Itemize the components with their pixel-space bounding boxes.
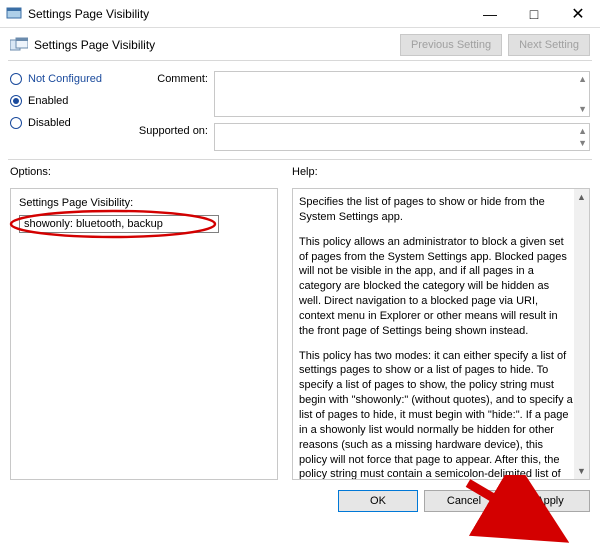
next-setting-button[interactable]: Next Setting (508, 34, 590, 56)
scroll-down-icon[interactable]: ▼ (577, 463, 586, 479)
radio-enabled[interactable]: Enabled (10, 95, 120, 107)
comment-textarea[interactable]: ▲ ▼ (214, 71, 590, 117)
radio-icon (10, 73, 22, 85)
supported-on-label: Supported on: (130, 123, 208, 151)
scroll-up-icon[interactable]: ▲ (578, 74, 587, 84)
maximize-button[interactable]: □ (512, 0, 556, 27)
minimize-button[interactable]: ― (468, 0, 512, 27)
scroll-up-icon[interactable]: ▲ (577, 189, 586, 205)
supported-on-box: ▲ ▼ (214, 123, 590, 151)
window-title: Settings Page Visibility (28, 7, 468, 21)
policy-name: Settings Page Visibility (34, 38, 394, 52)
help-text: Specifies the list of pages to show or h… (299, 195, 573, 225)
help-section-label: Help: (292, 166, 590, 178)
previous-setting-button[interactable]: Previous Setting (400, 34, 502, 56)
scroll-down-icon[interactable]: ▼ (578, 104, 587, 114)
options-section-label: Options: (10, 166, 278, 178)
scroll-down-icon[interactable]: ▼ (578, 138, 587, 148)
comment-label: Comment: (130, 71, 208, 117)
radio-not-configured[interactable]: Not Configured (10, 73, 120, 85)
options-field-label: Settings Page Visibility: (19, 197, 269, 209)
ok-button[interactable]: OK (338, 490, 418, 512)
radio-label: Disabled (28, 117, 71, 129)
help-text: This policy has two modes: it can either… (299, 349, 573, 480)
help-panel: Specifies the list of pages to show or h… (292, 188, 590, 480)
help-scrollbar[interactable]: ▲ ▼ (574, 189, 589, 479)
policy-header: Settings Page Visibility Previous Settin… (0, 28, 600, 60)
policy-icon (10, 37, 28, 53)
radio-icon (10, 95, 22, 107)
options-panel: Settings Page Visibility: (10, 188, 278, 480)
dialog-button-bar: OK Cancel Apply (0, 482, 600, 520)
help-text: This policy allows an administrator to b… (299, 235, 573, 339)
radio-icon (10, 117, 22, 129)
title-bar: Settings Page Visibility ― □ ✕ (0, 0, 600, 28)
radio-label: Not Configured (28, 73, 102, 85)
cancel-button[interactable]: Cancel (424, 490, 504, 512)
app-icon (6, 6, 22, 22)
apply-button[interactable]: Apply (510, 490, 590, 512)
settings-page-visibility-input[interactable] (19, 215, 219, 233)
close-button[interactable]: ✕ (556, 0, 600, 27)
radio-disabled[interactable]: Disabled (10, 117, 120, 129)
radio-label: Enabled (28, 95, 68, 107)
scroll-up-icon[interactable]: ▲ (578, 126, 587, 136)
